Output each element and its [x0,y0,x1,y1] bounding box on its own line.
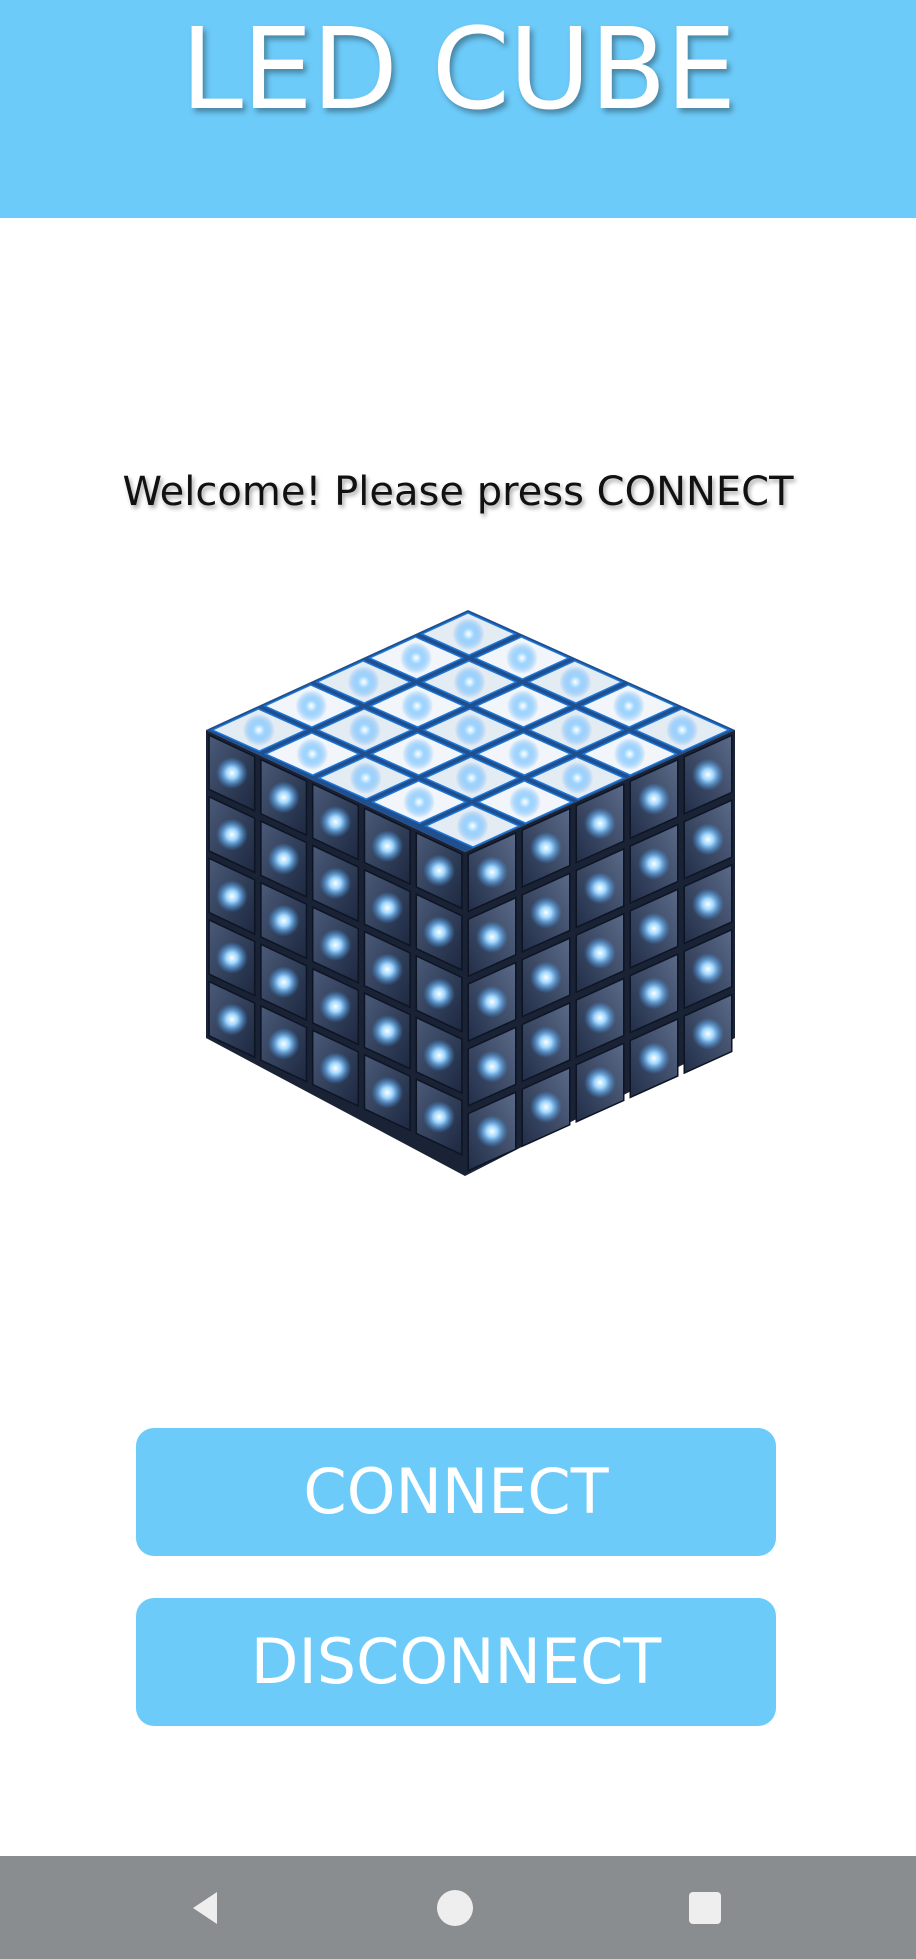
led-light [584,1066,616,1099]
led-light [423,916,456,949]
led-light [215,941,248,974]
home-button[interactable] [400,1856,510,1959]
led-light [559,666,592,698]
led-light [319,929,352,961]
led-light [530,1091,562,1123]
led-light [455,762,488,794]
led-light [638,1042,670,1075]
led-light [319,1052,352,1085]
led-light [349,762,382,794]
led-light [561,762,594,794]
led-light [402,738,435,770]
led-light [215,1003,248,1036]
led-light [267,904,300,937]
led-light [638,977,670,1010]
led-light [319,805,352,838]
welcome-message: Welcome! Please press CONNECT [122,469,794,515]
led-light [371,891,404,924]
led-light [267,843,300,875]
led-light [692,888,724,921]
led-light [215,818,248,851]
led-light [530,961,562,994]
led-light [267,1027,300,1060]
connect-button[interactable]: CONNECT [136,1428,776,1556]
led-light [371,830,404,863]
led-light [476,1050,508,1083]
led-light [584,1001,616,1034]
led-light [347,666,380,698]
led-light [267,781,300,814]
led-light [423,854,456,887]
home-icon [437,1889,473,1926]
led-light [507,738,540,770]
led-light [638,847,670,880]
led-light [560,714,593,746]
led-light [584,872,616,905]
led-light [401,690,434,722]
led-light [584,937,616,969]
led-light [584,807,616,840]
system-navigation-bar [0,1856,916,1959]
led-light [530,831,562,864]
led-light [371,953,404,986]
led-light [452,618,485,650]
led-light [456,810,489,842]
led-light [692,953,724,985]
led-light [319,867,352,900]
led-light [295,690,328,722]
led-light [453,666,486,698]
led-light [613,738,646,770]
led-light [423,977,456,1010]
led-cube-icon [200,600,740,1190]
app-header: LED CUBE [0,0,916,218]
app-title: LED CUBE [180,5,737,135]
led-light [423,1039,456,1072]
led-light [476,856,508,889]
recent-apps-button[interactable] [650,1856,760,1959]
recent-apps-icon [689,1891,721,1924]
led-light [638,783,670,815]
led-light [692,1017,724,1050]
led-light [403,786,436,818]
led-light [423,1101,456,1133]
led-light [612,690,645,722]
led-light [476,1115,508,1148]
led-light [666,714,699,746]
led-light [242,714,275,746]
led-light [215,880,248,913]
led-light [530,1026,562,1059]
led-light [371,1076,404,1109]
led-light [400,642,433,674]
led-light [506,690,539,722]
led-light [454,714,487,746]
led-light [508,786,541,818]
led-light [476,985,508,1018]
led-light [215,757,248,789]
led-light [348,714,381,746]
led-light [530,896,562,929]
led-light [296,738,329,770]
led-light [267,966,300,999]
back-icon [193,1891,217,1924]
led-light [476,921,508,953]
led-light [319,990,352,1023]
back-button[interactable] [150,1856,260,1959]
led-light [371,1015,404,1047]
disconnect-button[interactable]: DISCONNECT [136,1598,776,1726]
led-light [638,912,670,945]
led-light [505,642,538,674]
led-light [692,823,724,856]
led-light [692,758,724,791]
